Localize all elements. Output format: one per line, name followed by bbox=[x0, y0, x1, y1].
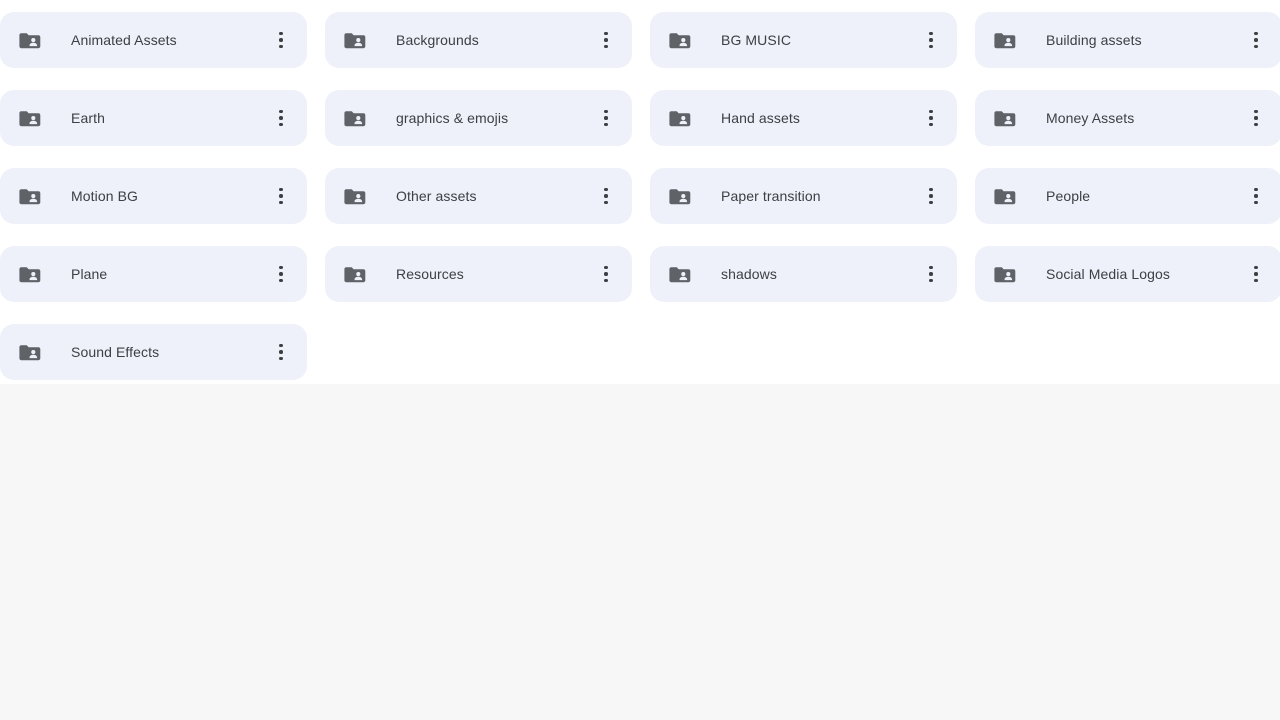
folder-more-button[interactable] bbox=[265, 336, 297, 368]
more-vert-icon bbox=[929, 109, 933, 127]
folder-name: Other assets bbox=[396, 188, 477, 204]
folder-card[interactable]: Hand assets bbox=[650, 90, 957, 146]
folder-name: Sound Effects bbox=[71, 344, 160, 360]
shared-folder-icon bbox=[18, 184, 42, 208]
more-vert-icon bbox=[279, 31, 283, 49]
folder-more-button[interactable] bbox=[1240, 180, 1272, 212]
page-root: Animated Assets Backgrounds BG MUSIC Bui… bbox=[0, 0, 1280, 720]
folder-name: Building assets bbox=[1046, 32, 1142, 48]
shared-folder-icon bbox=[343, 106, 367, 130]
folder-name: Plane bbox=[71, 266, 108, 282]
folder-more-button[interactable] bbox=[265, 102, 297, 134]
shared-folder-icon bbox=[18, 106, 42, 130]
folder-more-button[interactable] bbox=[265, 24, 297, 56]
more-vert-icon bbox=[604, 31, 608, 49]
more-vert-icon bbox=[929, 31, 933, 49]
shared-folder-icon bbox=[18, 28, 42, 52]
more-vert-icon bbox=[604, 109, 608, 127]
shared-folder-icon bbox=[668, 262, 692, 286]
folder-name: graphics & emojis bbox=[396, 110, 509, 126]
folder-more-button[interactable] bbox=[915, 258, 947, 290]
folder-more-button[interactable] bbox=[590, 24, 622, 56]
more-vert-icon bbox=[604, 265, 608, 283]
folder-more-button[interactable] bbox=[590, 180, 622, 212]
folder-list-panel: Animated Assets Backgrounds BG MUSIC Bui… bbox=[0, 0, 1280, 384]
more-vert-icon bbox=[1254, 187, 1258, 205]
more-vert-icon bbox=[279, 265, 283, 283]
shared-folder-icon bbox=[993, 262, 1017, 286]
shared-folder-icon bbox=[18, 340, 42, 364]
more-vert-icon bbox=[604, 187, 608, 205]
more-vert-icon bbox=[1254, 265, 1258, 283]
folder-card[interactable]: People bbox=[975, 168, 1280, 224]
more-vert-icon bbox=[1254, 31, 1258, 49]
more-vert-icon bbox=[279, 343, 283, 361]
folder-name: Money Assets bbox=[1046, 110, 1135, 126]
folder-more-button[interactable] bbox=[590, 258, 622, 290]
folder-card[interactable]: Other assets bbox=[325, 168, 632, 224]
folder-card[interactable]: shadows bbox=[650, 246, 957, 302]
folder-name: shadows bbox=[721, 266, 777, 282]
folder-name: People bbox=[1046, 188, 1091, 204]
folder-more-button[interactable] bbox=[915, 102, 947, 134]
folder-card[interactable]: Motion BG bbox=[0, 168, 307, 224]
folder-more-button[interactable] bbox=[915, 180, 947, 212]
shared-folder-icon bbox=[343, 262, 367, 286]
folder-more-button[interactable] bbox=[1240, 24, 1272, 56]
folder-grid: Animated Assets Backgrounds BG MUSIC Bui… bbox=[0, 12, 1280, 380]
folder-more-button[interactable] bbox=[265, 180, 297, 212]
folder-card[interactable]: Animated Assets bbox=[0, 12, 307, 68]
folder-more-button[interactable] bbox=[1240, 102, 1272, 134]
folder-card[interactable]: Social Media Logos bbox=[975, 246, 1280, 302]
folder-more-button[interactable] bbox=[1240, 258, 1272, 290]
folder-name: Animated Assets bbox=[71, 32, 177, 48]
folder-name: Earth bbox=[71, 110, 105, 126]
more-vert-icon bbox=[929, 265, 933, 283]
shared-folder-icon bbox=[668, 106, 692, 130]
shared-folder-icon bbox=[668, 28, 692, 52]
folder-name: Backgrounds bbox=[396, 32, 479, 48]
more-vert-icon bbox=[279, 187, 283, 205]
more-vert-icon bbox=[929, 187, 933, 205]
shared-folder-icon bbox=[343, 28, 367, 52]
folder-card[interactable]: graphics & emojis bbox=[325, 90, 632, 146]
folder-name: BG MUSIC bbox=[721, 32, 792, 48]
folder-name: Resources bbox=[396, 266, 464, 282]
more-vert-icon bbox=[279, 109, 283, 127]
folder-card[interactable]: Resources bbox=[325, 246, 632, 302]
folder-name: Motion BG bbox=[71, 188, 139, 204]
shared-folder-icon bbox=[18, 262, 42, 286]
folder-card[interactable]: Earth bbox=[0, 90, 307, 146]
folder-card[interactable]: Paper transition bbox=[650, 168, 957, 224]
more-vert-icon bbox=[1254, 109, 1258, 127]
folder-card[interactable]: Plane bbox=[0, 246, 307, 302]
shared-folder-icon bbox=[668, 184, 692, 208]
folder-more-button[interactable] bbox=[590, 102, 622, 134]
folder-card[interactable]: Sound Effects bbox=[0, 324, 307, 380]
folder-card[interactable]: Money Assets bbox=[975, 90, 1280, 146]
folder-card[interactable]: Building assets bbox=[975, 12, 1280, 68]
shared-folder-icon bbox=[993, 106, 1017, 130]
folder-name: Hand assets bbox=[721, 110, 800, 126]
folder-name: Social Media Logos bbox=[1046, 266, 1170, 282]
folder-card[interactable]: Backgrounds bbox=[325, 12, 632, 68]
shared-folder-icon bbox=[343, 184, 367, 208]
folder-more-button[interactable] bbox=[915, 24, 947, 56]
shared-folder-icon bbox=[993, 184, 1017, 208]
shared-folder-icon bbox=[993, 28, 1017, 52]
folder-card[interactable]: BG MUSIC bbox=[650, 12, 957, 68]
folder-more-button[interactable] bbox=[265, 258, 297, 290]
folder-name: Paper transition bbox=[721, 188, 821, 204]
